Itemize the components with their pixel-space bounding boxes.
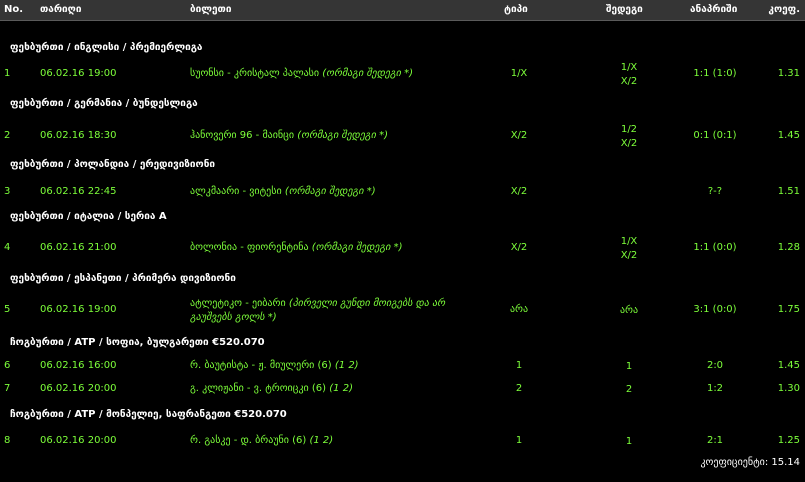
header-no: No. <box>4 4 24 15</box>
section-header: ჩოგბურთი / ATP / სოფია, ბულგარეთი €520.0… <box>10 337 265 348</box>
bet-odds: 1.45 <box>777 130 800 141</box>
bet-odds: 1.31 <box>777 68 800 79</box>
event-note: (პირველი გუნდი მოიგებს და არ <box>288 298 446 309</box>
bet-event: ატლეტიკო - ეიბარი (პირველი გუნდი მოიგებს… <box>190 297 445 325</box>
result-line: X/2 <box>620 138 638 149</box>
event-name: ბოლონია - ფიორენტინა <box>190 242 309 253</box>
event-note: (ორმაგი შედეგი *) <box>284 186 376 197</box>
result-line: 1 <box>625 436 633 447</box>
bet-number: 2 <box>4 130 11 141</box>
bet-number: 3 <box>4 186 11 197</box>
header-result: შედეგი <box>606 4 643 15</box>
section-header: ფეხბურთი / იტალია / სერია A <box>10 211 167 222</box>
event-name: ჰანოვერი 96 - მაინცი <box>190 130 295 141</box>
bet-date: 06.02.16 20:00 <box>40 435 117 446</box>
bet-number: 5 <box>4 304 11 315</box>
bet-odds: 1.51 <box>777 186 800 197</box>
bet-date: 06.02.16 21:00 <box>40 242 117 253</box>
section-header: ფეხბურთი / ინგლისი / პრემიერლიგა <box>10 42 203 53</box>
bet-type: X/2 <box>510 186 528 197</box>
bet-outcome: 1:1 (0:0) <box>693 242 737 253</box>
bet-result: არა <box>599 304 659 318</box>
event-name: ალკმაარი - ვიტესი <box>190 186 282 197</box>
bet-event: გ. კლიჟანი - ვ. ტროიცკი (6) (1 2) <box>190 383 353 394</box>
bet-date: 06.02.16 20:00 <box>40 383 117 394</box>
header-date: თარიღი <box>40 4 82 15</box>
header-outcome: ანაპრიში <box>690 4 738 15</box>
bet-odds: 1.75 <box>777 304 800 315</box>
result-line: 1 <box>625 361 633 372</box>
bet-date: 06.02.16 19:00 <box>40 304 117 315</box>
bet-outcome: 0:1 (0:1) <box>693 130 737 141</box>
bet-outcome: 3:1 (0:0) <box>693 304 737 315</box>
bet-date: 06.02.16 19:00 <box>40 68 117 79</box>
bet-outcome: 2:1 <box>706 435 724 446</box>
bet-event: ბოლონია - ფიორენტინა (ორმაგი შედეგი *) <box>190 242 403 253</box>
bet-odds: 1.25 <box>777 435 800 446</box>
event-name: სუონსი - კრისტალ პალასი <box>190 68 320 79</box>
result-line: არა <box>619 305 639 316</box>
section-header: ფეხბურთი / გერმანია / ბუნდესლიგა <box>10 98 198 109</box>
bet-type: არა <box>509 304 529 315</box>
bet-event: ალკმაარი - ვიტესი (ორმაგი შედეგი *) <box>190 186 376 197</box>
bet-odds: 1.45 <box>777 360 800 371</box>
bet-event: რ. ბაუტისტა - ჟ. მიულერი (6) (1 2) <box>190 360 359 371</box>
bet-result: 1/X X/2 <box>599 61 659 89</box>
bet-outcome: 1:2 <box>706 383 724 394</box>
event-name: რ. გასკე - დ. ბრაუნი (6) <box>190 435 307 446</box>
result-line: 1/X <box>620 62 638 73</box>
bet-date: 06.02.16 18:30 <box>40 130 117 141</box>
event-name: რ. ბაუტისტა - ჟ. მიულერი (6) <box>190 360 332 371</box>
header-type: ტიპი <box>504 4 528 15</box>
bet-event: სუონსი - კრისტალ პალასი (ორმაგი შედეგი *… <box>190 68 413 79</box>
event-note: (1 2) <box>329 383 353 394</box>
event-name: ატლეტიკო - ეიბარი <box>190 298 286 309</box>
event-note: (ორმაგი შედეგი *) <box>322 68 414 79</box>
bet-type: 1 <box>515 435 523 446</box>
header-odds: კოეფ. <box>768 4 800 15</box>
result-line: X/2 <box>620 250 638 261</box>
bet-result: 2 <box>599 383 659 397</box>
bet-number: 7 <box>4 383 11 394</box>
bet-type: X/2 <box>510 130 528 141</box>
bet-event: ჰანოვერი 96 - მაინცი (ორმაგი შედეგი *) <box>190 130 388 141</box>
result-line: 1/X <box>620 236 638 247</box>
bet-odds: 1.30 <box>777 383 800 394</box>
bet-result: 1/X X/2 <box>599 235 659 263</box>
event-name: გ. კლიჟანი - ვ. ტროიცკი (6) <box>190 383 327 394</box>
total-odds: კოეფიციენტი: 15.14 <box>700 457 800 468</box>
result-line: 2 <box>625 384 633 395</box>
bet-type: 1 <box>515 360 523 371</box>
event-note-continued: გაუშვებს გოლს *) <box>190 312 277 323</box>
event-note: (ორმაგი შედეგი *) <box>311 242 403 253</box>
section-header: ჩოგბურთი / ATP / მონპელიე, საფრანგეთი €5… <box>10 409 287 420</box>
bet-result: 1 <box>599 360 659 374</box>
header-event: ბილეთი <box>190 4 232 15</box>
bet-outcome: 2:0 <box>706 360 724 371</box>
bet-type: 2 <box>515 383 523 394</box>
bet-result: 1/2 X/2 <box>599 123 659 151</box>
bet-type: 1/X <box>510 68 528 79</box>
bet-number: 1 <box>4 68 11 79</box>
bet-number: 6 <box>4 360 11 371</box>
bet-date: 06.02.16 16:00 <box>40 360 117 371</box>
event-note: (ორმაგი შედეგი *) <box>297 130 389 141</box>
bet-outcome: 1:1 (1:0) <box>693 68 737 79</box>
bet-date: 06.02.16 22:45 <box>40 186 117 197</box>
result-line: X/2 <box>620 76 638 87</box>
bet-outcome: ?-? <box>707 186 723 197</box>
bet-number: 8 <box>4 435 11 446</box>
event-note: (1 2) <box>334 360 359 371</box>
section-header: ფეხბურთი / ესპანეთი / პრიმერა დივიზიონი <box>10 273 236 284</box>
bet-type: X/2 <box>510 242 528 253</box>
bet-number: 4 <box>4 242 11 253</box>
bet-odds: 1.28 <box>777 242 800 253</box>
section-header: ფეხბურთი / პოლანდია / ერედივიზიონი <box>10 159 216 170</box>
event-note: (1 2) <box>309 435 334 446</box>
bet-event: რ. გასკე - დ. ბრაუნი (6) (1 2) <box>190 435 333 446</box>
bet-result: 1 <box>599 435 659 449</box>
table-header: No. თარიღი ბილეთი ტიპი შედეგი ანაპრიში კ… <box>0 0 805 21</box>
result-line: 1/2 <box>620 124 638 135</box>
